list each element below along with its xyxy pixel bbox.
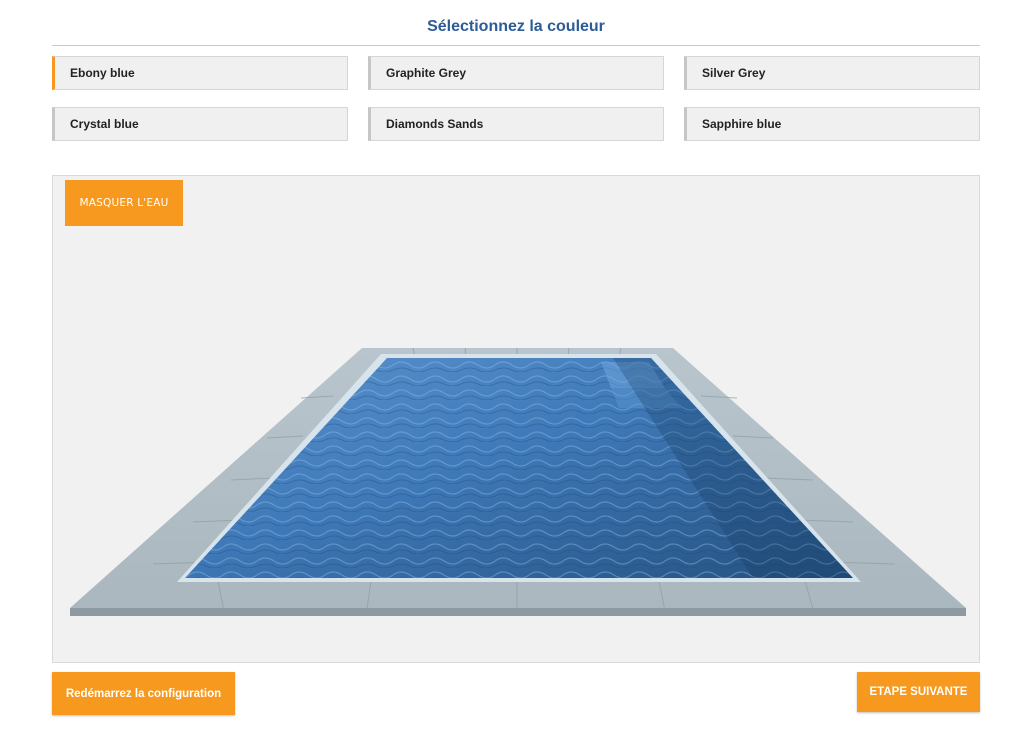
pool-render[interactable] (53, 176, 980, 663)
pool-3d-viewer[interactable]: MASQUER L'EAU (52, 175, 980, 663)
page-title: Sélectionnez la couleur (427, 18, 605, 35)
color-options: Ebony blue Graphite Grey Silver Grey Cry… (52, 56, 980, 142)
title-divider (52, 45, 980, 46)
color-option-diamonds-sands[interactable]: Diamonds Sands (368, 107, 664, 141)
color-option-ebony-blue[interactable]: Ebony blue (52, 56, 348, 90)
color-option-silver-grey[interactable]: Silver Grey (684, 56, 980, 90)
next-step-button[interactable]: ETAPE SUIVANTE (857, 672, 980, 712)
color-option-crystal-blue[interactable]: Crystal blue (52, 107, 348, 141)
pool-coping-edge (70, 608, 966, 616)
hide-water-button[interactable]: MASQUER L'EAU (65, 180, 183, 226)
color-option-graphite-grey[interactable]: Graphite Grey (368, 56, 664, 90)
color-option-sapphire-blue[interactable]: Sapphire blue (684, 107, 980, 141)
restart-configuration-button[interactable]: Redémarrez la configuration (52, 672, 235, 715)
